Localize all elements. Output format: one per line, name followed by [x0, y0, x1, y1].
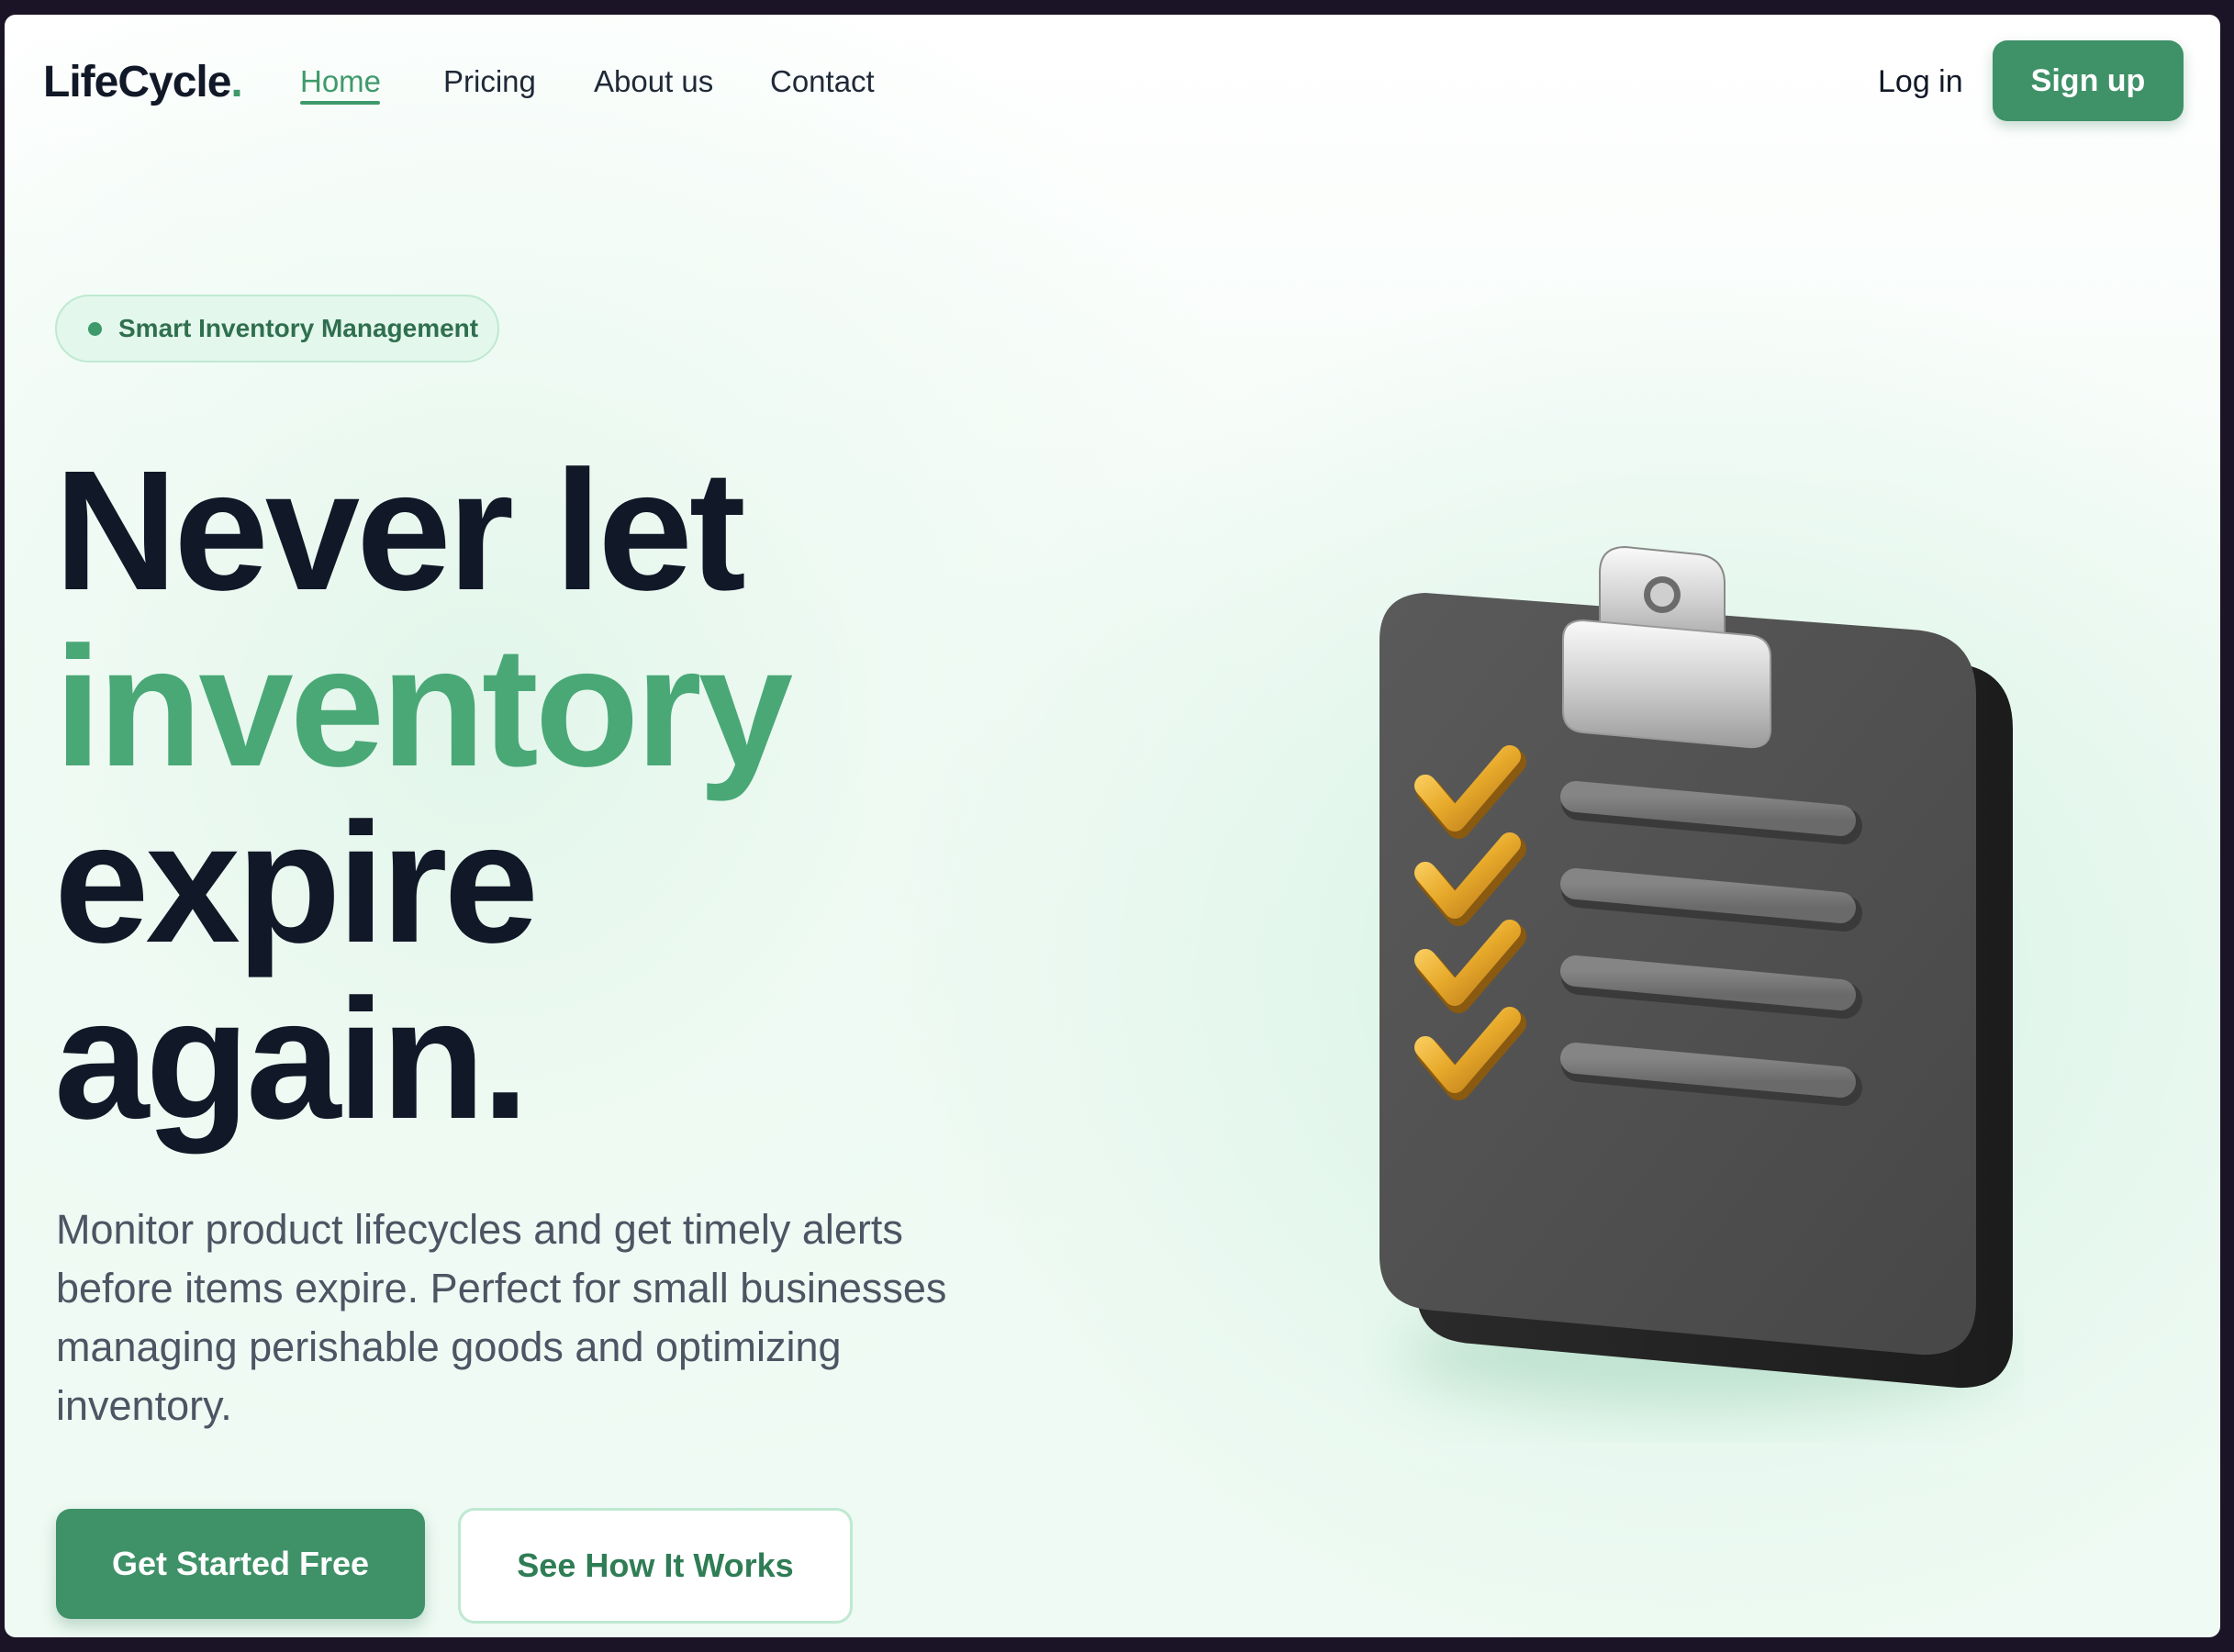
headline-line-1: Never let: [54, 436, 746, 626]
login-link[interactable]: Log in: [1878, 64, 1963, 100]
logo-text: LifeCycle: [43, 58, 231, 106]
badge-dot-icon: [88, 321, 102, 336]
headline-line-4: again.: [54, 965, 529, 1155]
see-how-it-works-button[interactable]: See How It Works: [458, 1508, 853, 1624]
logo[interactable]: LifeCycle.: [43, 57, 243, 107]
nav-active-indicator: [300, 101, 380, 105]
badge-label: Smart Inventory Management: [118, 314, 479, 342]
signup-button[interactable]: Sign up: [1993, 40, 2184, 121]
logo-dot: .: [230, 58, 242, 106]
nav-link-pricing[interactable]: Pricing: [443, 64, 536, 99]
clipboard-checklist-icon: [1379, 545, 2013, 1410]
nav-link-home[interactable]: Home: [300, 64, 381, 99]
browser-page: LifeCycle. Home Pricing About us Contact…: [5, 15, 2220, 1637]
get-started-button[interactable]: Get Started Free: [56, 1509, 425, 1619]
nav-link-contact[interactable]: Contact: [770, 64, 875, 99]
headline-highlight: inventory: [54, 612, 793, 802]
headline-line-3: expire: [54, 788, 539, 978]
nav-link-about-us[interactable]: About us: [594, 64, 713, 99]
hero-description: Monitor product lifecycles and get timel…: [56, 1206, 947, 1429]
feature-badge: Smart Inventory Management: [55, 295, 499, 363]
